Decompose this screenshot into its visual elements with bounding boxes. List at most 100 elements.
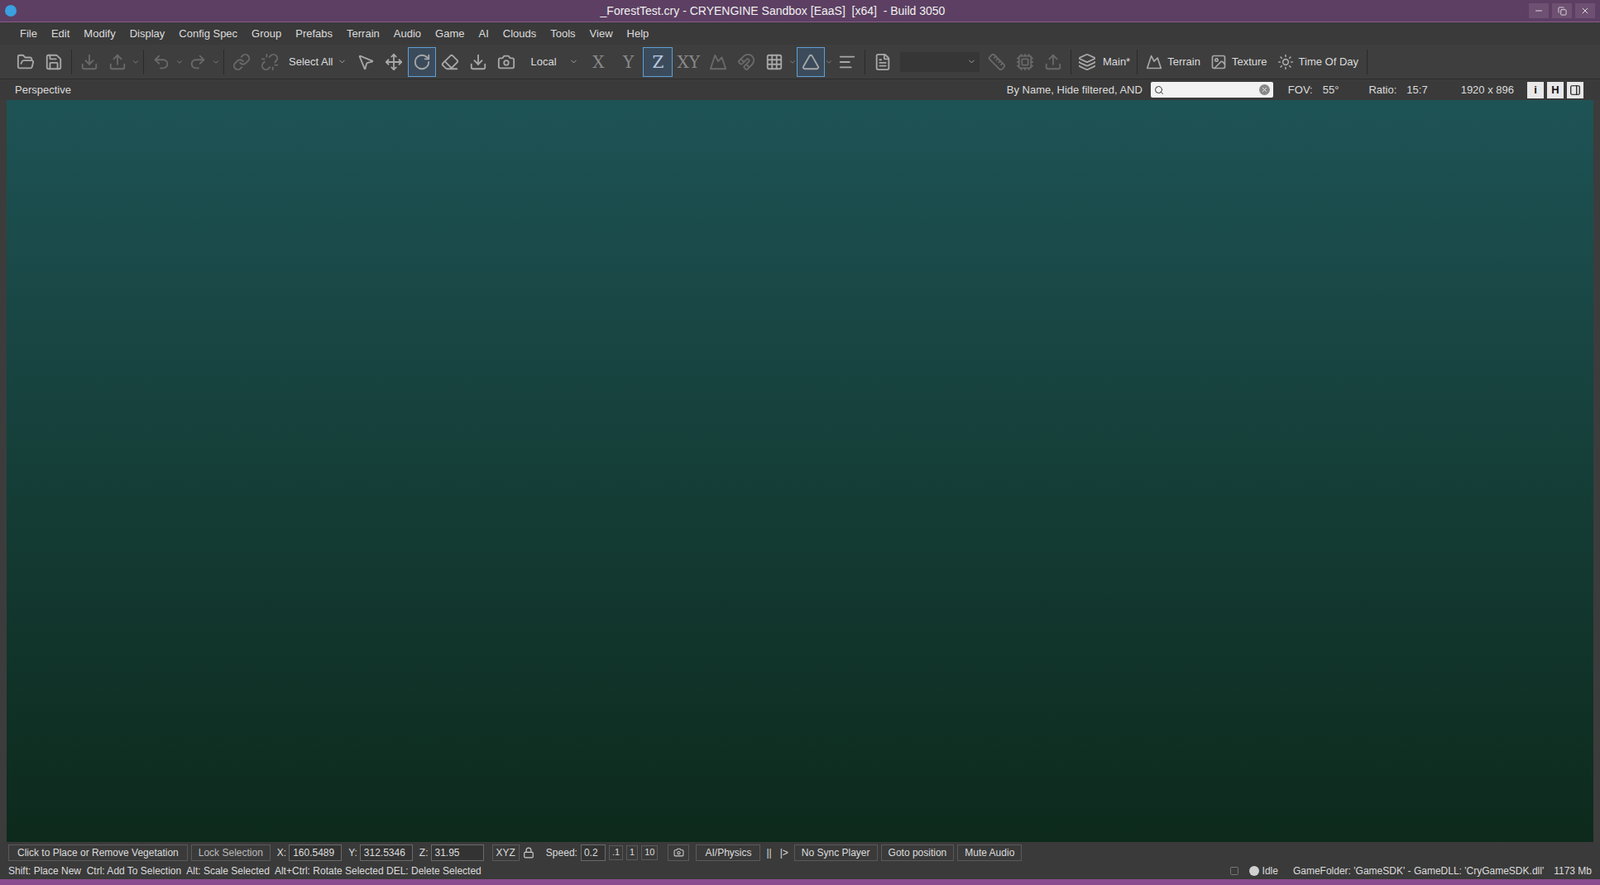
axis-constraint-button[interactable]: X [583,47,614,77]
viewport-search-field[interactable] [1150,81,1274,98]
physics-button[interactable] [1010,47,1040,77]
fov-label: FOV: [1288,81,1313,99]
menu-item[interactable]: Config Spec [178,25,238,43]
menu-item[interactable]: Audio [393,25,422,43]
dropdown-arrow-icon[interactable] [131,57,140,67]
menu-item[interactable]: File [19,25,38,43]
playback-button[interactable]: |> [777,844,791,862]
memory-usage: 1173 Mb [1553,863,1592,879]
status-bar: Click to Place or Remove VegetationLock … [0,842,1600,863]
axis-lock-button[interactable]: XYZ [492,844,520,862]
idle-indicator [1249,866,1260,877]
window-controls [1528,3,1596,19]
viewport-toggle-button[interactable]: H [1547,81,1564,99]
menu-item[interactable]: AI [478,25,489,43]
selection-set-button[interactable] [868,47,897,77]
menu-item[interactable]: Group [251,25,282,43]
menu-item[interactable]: Edit [51,25,70,43]
status-button[interactable]: Goto position [881,844,955,862]
menu-item[interactable]: Display [129,25,166,43]
coordinate-input[interactable]: 312.5346 [359,844,413,862]
menu-item[interactable]: View [589,25,614,43]
angle-snap-button[interactable] [796,47,825,77]
camera-tool-button[interactable] [492,47,521,77]
export-level-button[interactable] [1039,47,1068,77]
ratio-label: Ratio: [1368,81,1397,99]
speed-preset-button[interactable]: .1 [608,845,623,861]
window-title: _ForestTest.cry - CRYENGINE Sandbox [Eaa… [16,2,1529,20]
unlink-button[interactable] [255,47,284,77]
game-mode-button[interactable] [667,844,690,862]
object-snap-button[interactable] [732,47,761,77]
undo-button[interactable] [147,47,176,77]
status-button[interactable]: No Sync Player [794,844,878,862]
toolbar: Select AllLocalXYZXYMain*TerrainTextureT… [0,44,1600,80]
toolbar-separator [1366,49,1368,75]
toolbar-text-button[interactable]: Terrain [1140,48,1206,76]
import-button[interactable] [75,47,104,77]
coordinate-field: Z:31.95 [419,844,484,862]
coordinate-input[interactable]: 160.5489 [288,844,342,862]
fov-value[interactable]: 55° [1322,81,1340,99]
resolution[interactable]: 1920 x 896 [1461,81,1514,99]
playback-button[interactable]: || [763,844,774,862]
coordinate-input[interactable]: 31.95 [431,844,484,862]
speed-input[interactable]: 0.2 [580,844,606,862]
status-button[interactable]: Mute Audio [957,844,1022,862]
search-input[interactable] [1164,82,1260,98]
lock-icon[interactable] [522,847,535,859]
toolbar-text-button[interactable]: Time Of Day [1272,48,1364,76]
minimize-button[interactable] [1528,3,1549,19]
drop-tool-button[interactable] [464,47,493,77]
align-button[interactable] [833,47,862,77]
menu-item[interactable]: Help [627,25,650,43]
layers-icon [1077,52,1097,72]
status-hint: Click to Place or Remove Vegetation [8,844,188,862]
ratio-value[interactable]: 15:7 [1406,81,1428,99]
save-button[interactable] [39,47,68,77]
link-button[interactable] [227,47,256,77]
lock-selection-button[interactable]: Lock Selection [191,844,271,862]
coord-system-dropdown[interactable]: Local [525,50,584,74]
sandbox-window: _ForestTest.cry - CRYENGINE Sandbox [Eaa… [0,0,1600,885]
axis-constraint-button[interactable]: Z [642,47,673,77]
measure-button[interactable] [982,47,1011,77]
scale-tool-button[interactable] [435,47,465,77]
viewport-header: Perspective By Name, Hide filtered, AND FO… [0,79,1600,101]
grid-snap-button[interactable] [760,47,789,77]
restore-button[interactable] [1552,3,1572,19]
speed-preset-button[interactable]: 1 [626,845,638,861]
redo-button[interactable] [183,47,212,77]
selection-filter-dropdown[interactable]: Select All [283,50,352,74]
menu-item[interactable]: Prefabs [295,25,333,43]
axis-constraint-button[interactable]: XY [672,47,704,77]
menu-bar: File Edit Modify Display Config Spec Group Pre… [0,22,1600,45]
coordinate-field: Y:312.5346 [348,844,413,862]
axis-constraint-button[interactable]: Y [613,47,643,77]
viewport-toggle-button[interactable]: i [1527,81,1544,99]
toolbar-text-button[interactable]: Texture [1205,48,1273,76]
rotate-tool-button[interactable] [407,47,436,77]
close-button[interactable] [1575,3,1596,19]
menu-item[interactable]: Terrain [346,25,380,43]
viewport-type[interactable]: Perspective [14,81,72,99]
selection-set-dropdown[interactable] [900,52,980,72]
menu-item[interactable]: Modify [83,25,115,43]
select-tool-button[interactable] [351,47,380,77]
toolbar-separator [1136,49,1138,75]
speed-preset-button[interactable]: 10 [641,845,658,861]
search-filter-mode[interactable]: By Name, Hide filtered, AND [1006,81,1143,99]
layer-dropdown[interactable]: Main* [1099,53,1134,71]
maximize-viewport-button[interactable] [1566,81,1584,99]
taskbar-strip [0,879,1600,885]
export-button[interactable] [103,47,132,77]
move-tool-button[interactable] [379,47,408,77]
ai-physics-button[interactable]: AI/Physics [695,844,761,862]
terrain-snap-button[interactable] [704,47,733,77]
menu-item[interactable]: Clouds [502,25,537,43]
open-button[interactable] [11,47,40,77]
viewport-render[interactable] [6,100,1594,843]
menu-item[interactable]: Tools [550,25,575,43]
menu-item[interactable]: Game [435,25,465,43]
toolbar-separator [223,49,225,75]
